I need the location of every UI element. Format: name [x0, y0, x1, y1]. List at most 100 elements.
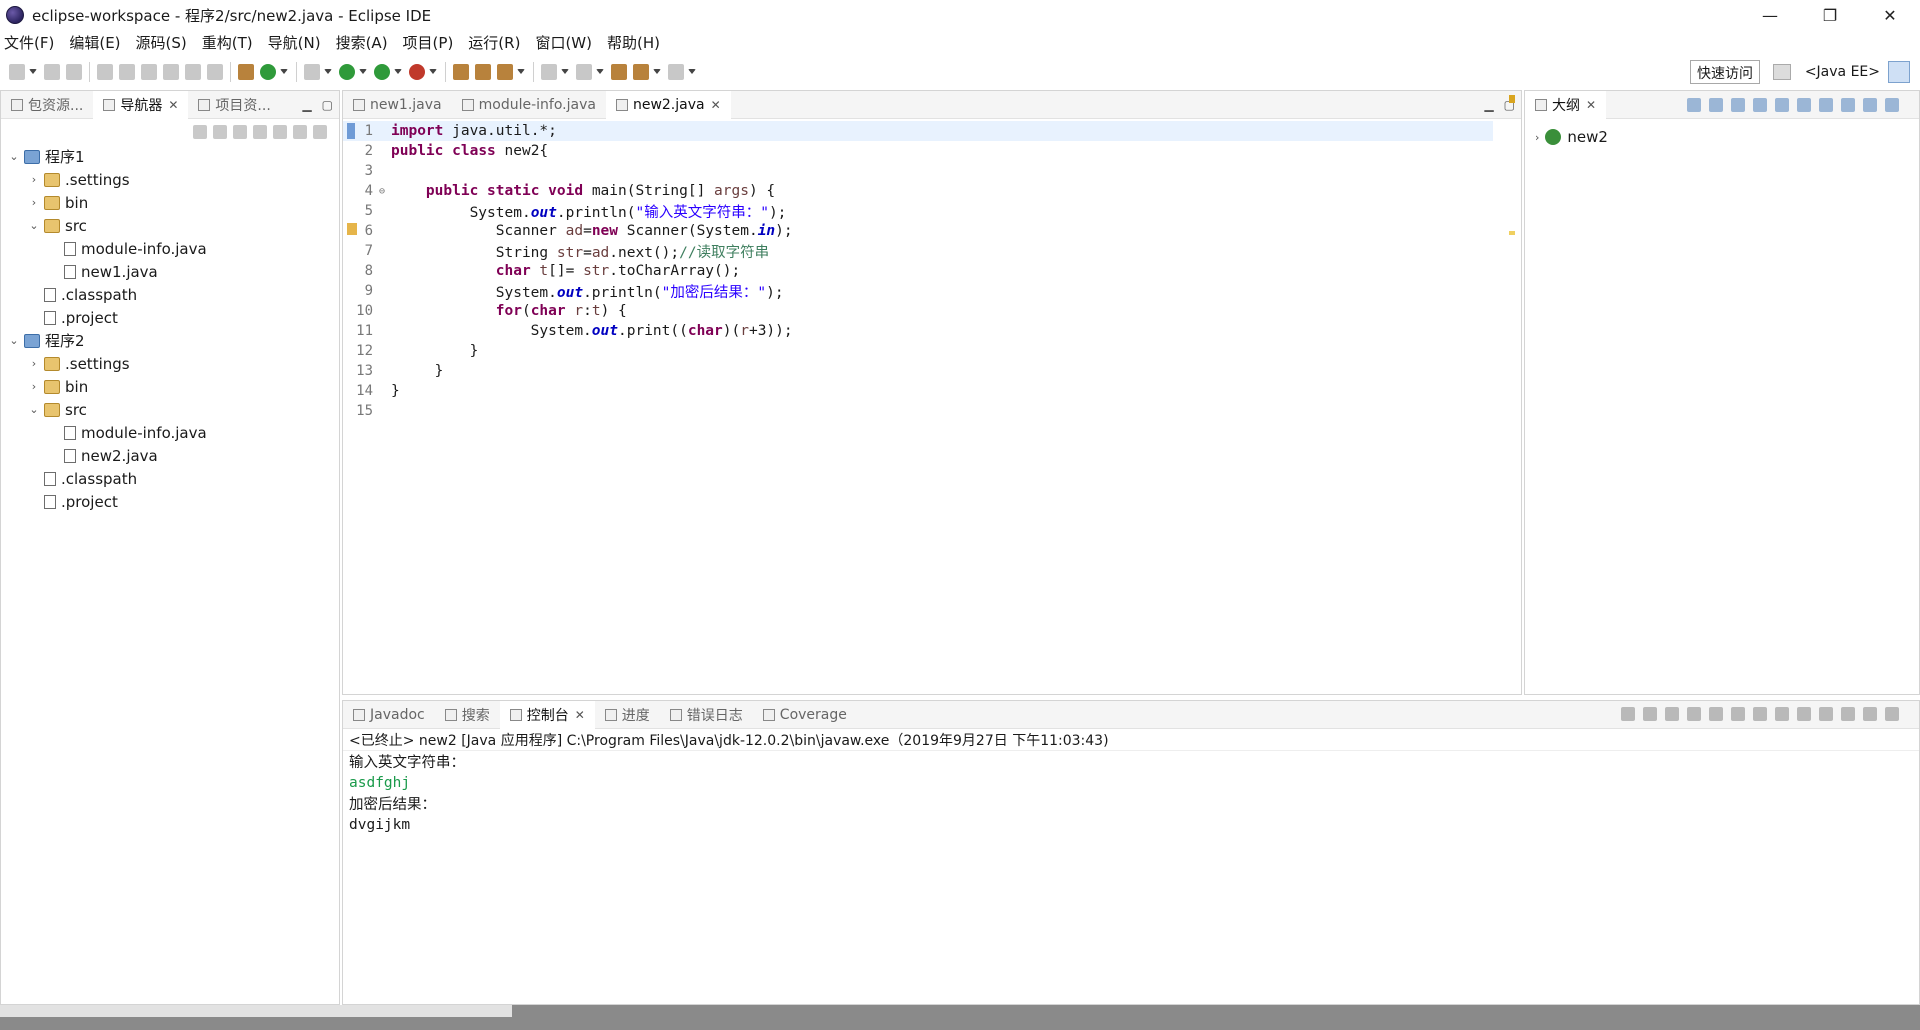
collapse-all-icon[interactable]	[1687, 98, 1701, 112]
forward-dropdown-icon[interactable]	[688, 69, 696, 75]
remove-launch-icon[interactable]	[1643, 707, 1657, 721]
hide-nonpublic-icon[interactable]	[1775, 98, 1789, 112]
minimize-button[interactable]: —	[1740, 0, 1800, 30]
editor-vertical-scrollbar[interactable]	[1493, 121, 1507, 666]
tab-1[interactable]: new1.java	[343, 91, 452, 119]
menu-item[interactable]: 运行(R)	[468, 32, 520, 53]
tree-item[interactable]: .project	[1, 490, 339, 513]
hide-static-icon[interactable]	[1753, 98, 1767, 112]
tree-item[interactable]: new2.java	[1, 444, 339, 467]
tree-item[interactable]: ⌄ src	[1, 214, 339, 237]
console-output[interactable]: 输入英文字符串： asdfghj 加密后结果： dvgijkm	[343, 751, 1919, 835]
save-all-icon[interactable]	[66, 64, 82, 80]
tree-item[interactable]: › .settings	[1, 168, 339, 191]
tree-item[interactable]: .classpath	[1, 467, 339, 490]
display-console-icon[interactable]	[1819, 707, 1833, 721]
drop-frame-icon[interactable]	[207, 64, 223, 80]
tab-3[interactable]: 控制台 ✕	[499, 700, 595, 729]
view-menu-icon[interactable]	[313, 125, 327, 139]
menu-item[interactable]: 重构(T)	[202, 32, 253, 53]
tab-4[interactable]: 进度	[595, 701, 660, 729]
hide-local-types-icon[interactable]	[1797, 98, 1811, 112]
menu-item[interactable]: 搜索(A)	[336, 32, 388, 53]
java-ee-perspective-button[interactable]: <Java EE>	[1805, 64, 1880, 80]
code-editor[interactable]: 1 import java.util.*; 2 public class new2{3…	[343, 121, 1493, 666]
run-icon[interactable]	[339, 64, 355, 80]
clear-console-icon[interactable]	[1687, 707, 1701, 721]
search-dropdown-icon[interactable]	[517, 69, 525, 75]
view-menu-icon[interactable]	[1841, 98, 1855, 112]
focus-icon[interactable]	[1819, 98, 1833, 112]
debug-icon[interactable]	[304, 64, 320, 80]
maximize-view-icon[interactable]	[1885, 707, 1899, 721]
forward-icon[interactable]	[668, 64, 684, 80]
coverage-icon[interactable]	[374, 64, 390, 80]
prev-annotation-dropdown-icon[interactable]	[596, 69, 604, 75]
step-return-icon[interactable]	[185, 64, 201, 80]
close-icon[interactable]: ✕	[711, 98, 721, 112]
pin-console-icon[interactable]	[1797, 707, 1811, 721]
menu-item[interactable]: 帮助(H)	[607, 32, 660, 53]
maximize-view-icon[interactable]: ▢	[322, 98, 333, 112]
minimize-view-icon[interactable]	[1863, 707, 1877, 721]
menu-item[interactable]: 编辑(E)	[69, 32, 120, 53]
java-perspective-icon[interactable]	[1888, 61, 1910, 83]
tab-6[interactable]: Coverage	[753, 701, 857, 729]
tab-3[interactable]: new2.java ✕	[605, 90, 731, 119]
open-perspective-icon[interactable]	[1772, 64, 1791, 80]
toggle-breakpoint-icon[interactable]	[97, 64, 113, 80]
focus-icon[interactable]	[293, 125, 307, 139]
refresh-dropdown-icon[interactable]	[280, 69, 288, 75]
warning-marker-icon[interactable]	[347, 223, 357, 235]
tab-5[interactable]: 错误日志	[660, 701, 753, 729]
tab-2[interactable]: 导航器 ✕	[93, 90, 189, 119]
back-icon[interactable]	[633, 64, 649, 80]
new-dropdown-icon[interactable]	[29, 69, 37, 75]
chevron-right-icon[interactable]: ›	[27, 196, 41, 209]
new-icon[interactable]	[9, 64, 25, 80]
minimize-view-icon[interactable]: ▁	[1484, 98, 1493, 112]
menu-item[interactable]: 文件(F)	[4, 32, 54, 53]
search-icon[interactable]	[497, 64, 513, 80]
tree-item[interactable]: ⌄ src	[1, 398, 339, 421]
next-annotation-dropdown-icon[interactable]	[561, 69, 569, 75]
word-wrap-icon[interactable]	[1731, 707, 1745, 721]
menu-item[interactable]: 窗口(W)	[535, 32, 592, 53]
hide-fields-icon[interactable]	[1731, 98, 1745, 112]
tab-2[interactable]: module-info.java	[452, 91, 606, 119]
tree-item[interactable]: module-info.java	[1, 237, 339, 260]
fold-toggle-icon[interactable]: ⊖	[379, 186, 391, 197]
sort-icon[interactable]	[1709, 98, 1723, 112]
close-icon[interactable]: ✕	[168, 98, 178, 112]
close-icon[interactable]: ✕	[1586, 98, 1596, 112]
tab-2[interactable]: 搜索	[435, 701, 500, 729]
tree-item[interactable]: module-info.java	[1, 421, 339, 444]
step-icon[interactable]	[141, 64, 157, 80]
tab-1[interactable]: Javadoc	[343, 701, 435, 729]
prev-annotation-icon[interactable]	[576, 64, 592, 80]
last-edit-icon[interactable]	[611, 64, 627, 80]
show-stdout-icon[interactable]	[1753, 707, 1767, 721]
scroll-lock-icon[interactable]	[1709, 707, 1723, 721]
close-button[interactable]: ✕	[1860, 0, 1920, 30]
chevron-down-icon[interactable]: ⌄	[27, 219, 41, 232]
skip-breakpoints-icon[interactable]	[119, 64, 135, 80]
tree-item[interactable]: new1.java	[1, 260, 339, 283]
open-folder-icon[interactable]	[475, 64, 491, 80]
save-icon[interactable]	[44, 64, 60, 80]
link-editor-icon[interactable]	[273, 125, 287, 139]
tree-item[interactable]: ⌄ 程序2	[1, 329, 339, 352]
maximize-view-icon[interactable]	[1885, 98, 1899, 112]
chevron-right-icon[interactable]: ›	[1535, 131, 1539, 144]
run-dropdown-icon[interactable]	[359, 69, 367, 75]
open-type-icon[interactable]	[238, 64, 254, 80]
menu-item[interactable]: 项目(P)	[403, 32, 454, 53]
terminate-icon[interactable]	[1621, 707, 1635, 721]
show-stderr-icon[interactable]	[1775, 707, 1789, 721]
chevron-down-icon[interactable]: ⌄	[7, 150, 21, 163]
maximize-button[interactable]: ❐	[1800, 0, 1860, 30]
chevron-right-icon[interactable]: ›	[27, 173, 41, 186]
next-annotation-icon[interactable]	[541, 64, 557, 80]
forward-nav-icon[interactable]	[213, 125, 227, 139]
debug-dropdown-icon[interactable]	[324, 69, 332, 75]
